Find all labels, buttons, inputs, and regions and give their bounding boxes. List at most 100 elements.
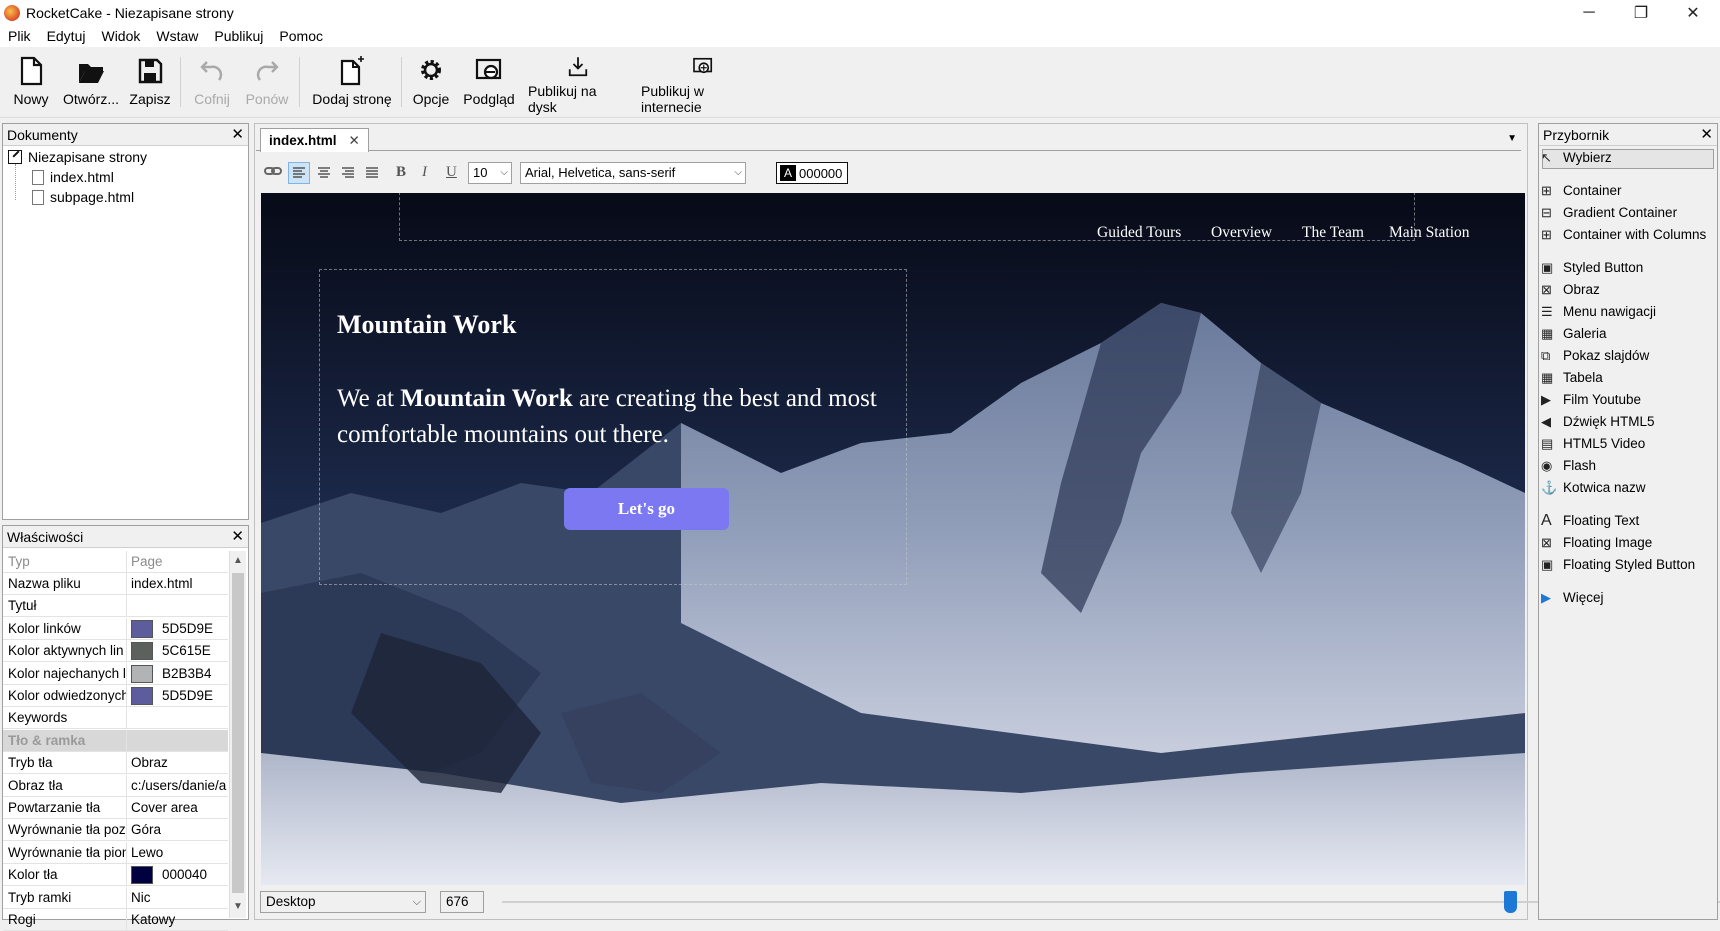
text-color-picker[interactable]: A 000000 (776, 162, 848, 184)
nav-link-guided-tours[interactable]: Guided Tours (1097, 224, 1181, 242)
toolbox-item-html5-video[interactable]: ▤ HTML5 Video (1541, 436, 1645, 451)
open-button[interactable]: Otwórz... (62, 55, 120, 115)
device-select[interactable]: Desktop ⌵ (260, 891, 426, 913)
property-value[interactable]: Nic (131, 887, 228, 909)
property-row[interactable]: Tło & ramka (3, 729, 228, 752)
tree-root-node[interactable]: Niezapisane strony (8, 149, 147, 165)
property-value[interactable]: c:/users/danie/a (131, 775, 228, 797)
menu-file[interactable]: Plik (8, 28, 31, 44)
nav-link-the-team[interactable]: The Team (1302, 224, 1364, 242)
underline-button[interactable]: U (446, 164, 457, 181)
tree-file-index[interactable]: index.html (32, 169, 114, 185)
toolbox-item-wybierz[interactable]: ↖ Wybierz (1541, 150, 1612, 165)
scroll-thumb[interactable] (232, 573, 244, 893)
close-window-button[interactable]: ✕ (1670, 0, 1716, 25)
property-value[interactable]: 000040 (131, 864, 228, 886)
property-row[interactable]: Kolor tła 000040 (3, 864, 228, 887)
toolbox-item-tabela[interactable]: ▦ Tabela (1541, 370, 1603, 385)
toolbox-item-floating-text[interactable]: A Floating Text (1541, 512, 1639, 528)
menu-edit[interactable]: Edytuj (47, 28, 86, 44)
align-center-button[interactable] (314, 163, 334, 187)
toolbox-item-d-wi-k-html5[interactable]: ◀ Dźwięk HTML5 (1541, 414, 1655, 429)
toolbox-item-pokaz-slajd-w[interactable]: ⧉ Pokaz slajdów (1541, 348, 1649, 363)
color-swatch[interactable] (131, 619, 153, 638)
documents-close-button[interactable]: ✕ (231, 124, 244, 146)
color-swatch[interactable] (131, 687, 153, 705)
property-row[interactable]: Kolor najechanych l B2B3B4 (3, 662, 228, 685)
new-button[interactable]: Nowy (12, 55, 50, 115)
add-page-button[interactable]: Dodaj stronę (312, 55, 392, 115)
toolbox-item-gradient-container[interactable]: ⊟ Gradient Container (1541, 205, 1677, 220)
menu-publish[interactable]: Publikuj (214, 28, 263, 44)
align-justify-button[interactable] (362, 163, 382, 187)
property-row[interactable]: Wyrównanie tła poz Góra (3, 819, 228, 842)
font-family-select[interactable]: Arial, Helvetica, sans-serif ⌵ (520, 162, 746, 184)
toolbox-item-styled-button[interactable]: ▣ Styled Button (1541, 260, 1643, 275)
italic-button[interactable]: I (422, 164, 427, 181)
property-row[interactable]: Kolor aktywnych lin 5C615E (3, 640, 228, 663)
color-swatch[interactable] (131, 664, 153, 683)
property-row[interactable]: Kolor linków 5D5D9E (3, 617, 228, 640)
property-value[interactable]: Góra (131, 819, 228, 841)
property-value[interactable]: Obraz (131, 752, 228, 774)
toolbox-close-button[interactable]: ✕ (1700, 124, 1713, 146)
toolbox-item-menu-nawigacji[interactable]: ☰ Menu nawigacji (1541, 304, 1656, 319)
color-swatch[interactable] (131, 866, 153, 885)
toolbox-item-container[interactable]: ⊞ Container (1541, 183, 1622, 198)
property-row[interactable]: Kolor odwiedzonych 5D5D9E (3, 685, 228, 707)
scroll-up-icon[interactable]: ▲ (231, 555, 245, 566)
tab-close-icon[interactable]: ✕ (349, 133, 360, 149)
preview-button[interactable]: Podgląd (462, 55, 516, 115)
property-value[interactable]: 5C615E (131, 640, 228, 662)
toolbox-item-kotwica-nazw[interactable]: ⚓ Kotwica nazw (1541, 480, 1646, 495)
toolbox-item-obraz[interactable]: ⊠ Obraz (1541, 282, 1600, 297)
properties-scrollbar[interactable]: ▲ ▼ (229, 551, 246, 918)
tab-index-html[interactable]: index.html ✕ (260, 128, 369, 152)
hero-heading[interactable]: Mountain Work (337, 310, 516, 340)
menu-view[interactable]: Widok (101, 28, 140, 44)
color-swatch[interactable] (131, 642, 153, 661)
design-canvas[interactable] (261, 193, 1525, 885)
font-size-select[interactable]: 10 ⌵ (468, 162, 512, 184)
maximize-button[interactable]: ❐ (1618, 0, 1664, 25)
menu-help[interactable]: Pomoc (279, 28, 323, 44)
property-row[interactable]: Powtarzanie tła Cover area (3, 797, 228, 819)
nav-link-main-station[interactable]: Main Station (1389, 224, 1470, 242)
property-row[interactable]: Tryb tła Obraz (3, 752, 228, 775)
property-row[interactable]: Keywords (3, 707, 228, 730)
width-input[interactable]: 676 (440, 891, 484, 913)
property-row[interactable]: Obraz tła c:/users/danie/a (3, 774, 228, 797)
options-button[interactable]: Opcje (411, 55, 451, 115)
scroll-down-icon[interactable]: ▼ (231, 901, 245, 912)
property-value[interactable]: B2B3B4 (131, 663, 228, 685)
align-right-button[interactable] (338, 163, 358, 187)
toolbox-item-flash[interactable]: ◉ Flash (1541, 458, 1596, 473)
property-row[interactable]: Wyrównanie tła pion Lewo (3, 841, 228, 864)
lets-go-button[interactable]: Let's go (564, 488, 729, 530)
property-value[interactable]: Cover area (131, 797, 228, 819)
align-left-button[interactable] (288, 162, 310, 184)
property-value[interactable]: 5D5D9E (131, 685, 228, 707)
redo-button[interactable]: Ponów (244, 55, 290, 115)
toolbox-item-film-youtube[interactable]: ▶ Film Youtube (1541, 392, 1641, 407)
property-value[interactable]: Lewo (131, 842, 228, 864)
menu-insert[interactable]: Wstaw (156, 28, 198, 44)
property-row[interactable]: Tytuł (3, 595, 228, 618)
save-button[interactable]: Zapisz (129, 55, 171, 115)
bold-button[interactable]: B (396, 164, 406, 181)
property-value[interactable]: Katowy (131, 909, 228, 931)
nav-link-overview[interactable]: Overview (1211, 224, 1272, 242)
property-row[interactable]: Nazwa pliku index.html (3, 573, 228, 595)
toolbox-item-wi-cej[interactable]: ▶ Więcej (1541, 590, 1604, 605)
width-slider-thumb[interactable] (1504, 891, 1517, 913)
properties-close-button[interactable]: ✕ (231, 526, 244, 548)
undo-button[interactable]: Cofnij (192, 55, 232, 115)
toolbox-item-floating-styled-button[interactable]: ▣ Floating Styled Button (1541, 557, 1695, 572)
tree-file-subpage[interactable]: subpage.html (32, 189, 134, 205)
toolbox-item-container-with-columns[interactable]: ⊞ Container with Columns (1541, 227, 1706, 242)
property-row[interactable]: Rogi Katowy (3, 909, 228, 931)
tab-list-dropdown-icon[interactable]: ▼ (1507, 133, 1517, 144)
hero-paragraph[interactable]: We at Mountain Work are creating the bes… (337, 381, 927, 453)
publish-web-button[interactable]: Publikuj w internecie (641, 55, 765, 115)
minimize-button[interactable]: ─ (1566, 0, 1612, 25)
